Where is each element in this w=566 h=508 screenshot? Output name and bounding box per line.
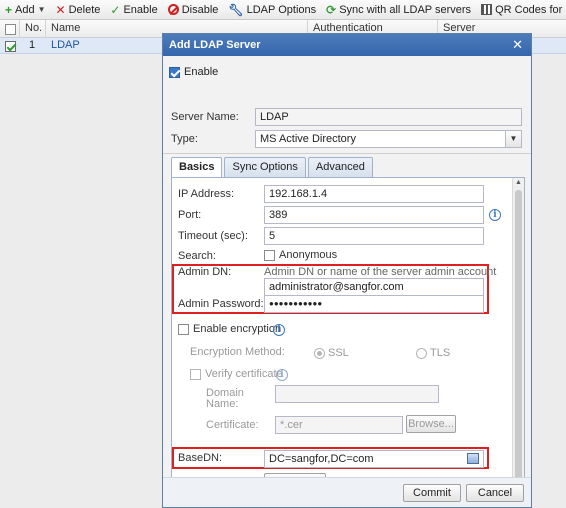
tls-label: TLS (430, 347, 451, 359)
domain-name-field[interactable] (275, 385, 439, 403)
dialog-title: Add LDAP Server (169, 39, 261, 51)
ip-address-field[interactable]: 192.168.1.4 (264, 185, 484, 203)
wrench-icon: 🔧︎ (228, 2, 244, 17)
row-checkbox-cell[interactable] (0, 38, 20, 54)
ip-address-label: IP Address: (178, 188, 235, 200)
admin-dn-field[interactable]: administrator@sangfor.com (264, 278, 484, 296)
enable-encryption-label[interactable]: Enable encryption (193, 323, 281, 335)
add-label: Add (15, 3, 35, 16)
browse-button[interactable]: Browse... (406, 415, 456, 433)
enable-row: Enable (169, 66, 218, 78)
ssl-label: SSL (328, 347, 349, 359)
disable-icon (167, 4, 179, 15)
info-icon[interactable]: i (489, 209, 501, 221)
tab-sync-options[interactable]: Sync Options (224, 157, 306, 177)
qr-code-icon (481, 4, 493, 15)
admin-dn-hint: Admin DN or name of the server admin acc… (264, 266, 497, 278)
port-label: Port: (178, 209, 202, 221)
certificate-field[interactable]: *.cer (275, 416, 403, 434)
admin-password-field[interactable]: ●●●●●●●●●●● (264, 295, 484, 313)
delete-button[interactable]: ✕ Delete (51, 0, 106, 19)
server-name-field[interactable]: LDAP (255, 108, 522, 126)
info-icon[interactable]: i (273, 324, 285, 336)
select-all-checkbox[interactable] (5, 24, 16, 36)
admin-password-label: Admin Password: (178, 298, 264, 310)
main-toolbar: + Add ▼ ✕ Delete ✓ Enable Disable 🔧︎ LDA… (0, 0, 566, 20)
ssl-radio[interactable] (314, 347, 325, 359)
tab-strip: Basics Sync Options Advanced (171, 157, 373, 178)
add-button[interactable]: + Add ▼ (0, 0, 51, 19)
delete-x-icon: ✕ (55, 2, 66, 17)
enable-label: Enable (123, 3, 158, 16)
timeout-label: Timeout (sec): (178, 230, 248, 242)
add-ldap-server-dialog: Add LDAP Server ✕ Enable Server Name: LD… (162, 33, 532, 508)
scroll-up-icon[interactable]: ▲ (513, 178, 524, 188)
domain-name-label: Domain Name: (206, 387, 244, 410)
ldap-options-button[interactable]: 🔧︎ LDAP Options (223, 0, 321, 19)
chevron-down-icon[interactable]: ▼ (505, 131, 521, 147)
panel-scrollbar[interactable]: ▲ ▼ (512, 178, 524, 498)
basedn-value: DC=sangfor,DC=com (269, 453, 374, 465)
directory-browse-icon[interactable] (467, 453, 479, 464)
ssl-option[interactable]: SSL (314, 347, 349, 359)
verify-certificate-checkbox[interactable] (190, 368, 201, 380)
ldap-options-label: LDAP Options (246, 3, 317, 16)
enable-checkbox-label[interactable]: Enable (184, 66, 218, 78)
admin-dn-label: Admin DN: (178, 266, 232, 278)
server-settings: Server Name: LDAP Type: MS Active Direct… (163, 104, 531, 154)
row-checkbox[interactable] (5, 40, 16, 52)
enable-checkbox[interactable] (169, 66, 180, 78)
enable-button[interactable]: ✓ Enable (105, 0, 162, 19)
server-name-label: Server Name: (171, 111, 239, 123)
sync-all-button[interactable]: ⟳ Sync with all LDAP servers (321, 0, 476, 19)
basedn-field[interactable]: DC=sangfor,DC=com (264, 450, 484, 468)
select-all-cell[interactable] (0, 20, 20, 38)
tls-radio[interactable] (416, 347, 427, 359)
tls-option[interactable]: TLS (416, 347, 450, 359)
search-label: Search: (178, 250, 216, 262)
verify-certificate-option[interactable]: Verify certificate (190, 368, 283, 380)
type-label: Type: (171, 133, 198, 145)
commit-button[interactable]: Commit (403, 484, 461, 502)
plus-icon: + (5, 2, 13, 17)
dialog-body: Enable Server Name: LDAP Type: MS Active… (163, 56, 531, 507)
dialog-title-bar[interactable]: Add LDAP Server ✕ (163, 34, 531, 56)
anonymous-label[interactable]: Anonymous (279, 249, 337, 261)
verify-certificate-label: Verify certificate (205, 368, 283, 380)
checkmark-icon: ✓ (110, 2, 121, 17)
dialog-footer: Commit Cancel (163, 477, 531, 507)
qr-codes-button[interactable]: QR Codes for Registered (476, 0, 566, 19)
enable-encryption-option[interactable]: Enable encryption (178, 323, 281, 335)
enable-encryption-checkbox[interactable] (178, 323, 189, 335)
column-no[interactable]: No. (20, 20, 46, 38)
info-icon[interactable]: i (276, 369, 288, 381)
basics-panel: IP Address: 192.168.1.4 Port: 389 i Time… (171, 177, 525, 499)
sync-icon: ⟳ (326, 2, 337, 17)
timeout-field[interactable]: 5 (264, 227, 484, 245)
scrollbar-thumb[interactable] (515, 190, 522, 485)
encryption-method-label: Encryption Method: (190, 346, 285, 358)
tab-basics[interactable]: Basics (171, 157, 223, 178)
tab-advanced[interactable]: Advanced (307, 157, 373, 177)
row-no: 1 (29, 39, 36, 51)
chevron-down-icon: ▼ (37, 5, 46, 14)
disable-button[interactable]: Disable (163, 0, 224, 19)
sync-all-label: Sync with all LDAP servers (339, 3, 472, 16)
anonymous-checkbox[interactable] (264, 249, 275, 261)
basedn-label: BaseDN: (178, 452, 223, 464)
close-icon[interactable]: ✕ (512, 34, 523, 56)
qr-codes-label: QR Codes for Registered (495, 3, 566, 16)
row-name-link[interactable]: LDAP (46, 38, 146, 54)
type-select-value: MS Active Directory (260, 133, 356, 145)
type-select[interactable]: MS Active Directory ▼ (255, 130, 522, 148)
certificate-label: Certificate: (206, 419, 259, 431)
disable-label: Disable (181, 3, 219, 16)
delete-label: Delete (68, 3, 101, 16)
anonymous-option[interactable]: Anonymous (264, 249, 337, 261)
port-field[interactable]: 389 (264, 206, 484, 224)
cancel-button[interactable]: Cancel (466, 484, 524, 502)
